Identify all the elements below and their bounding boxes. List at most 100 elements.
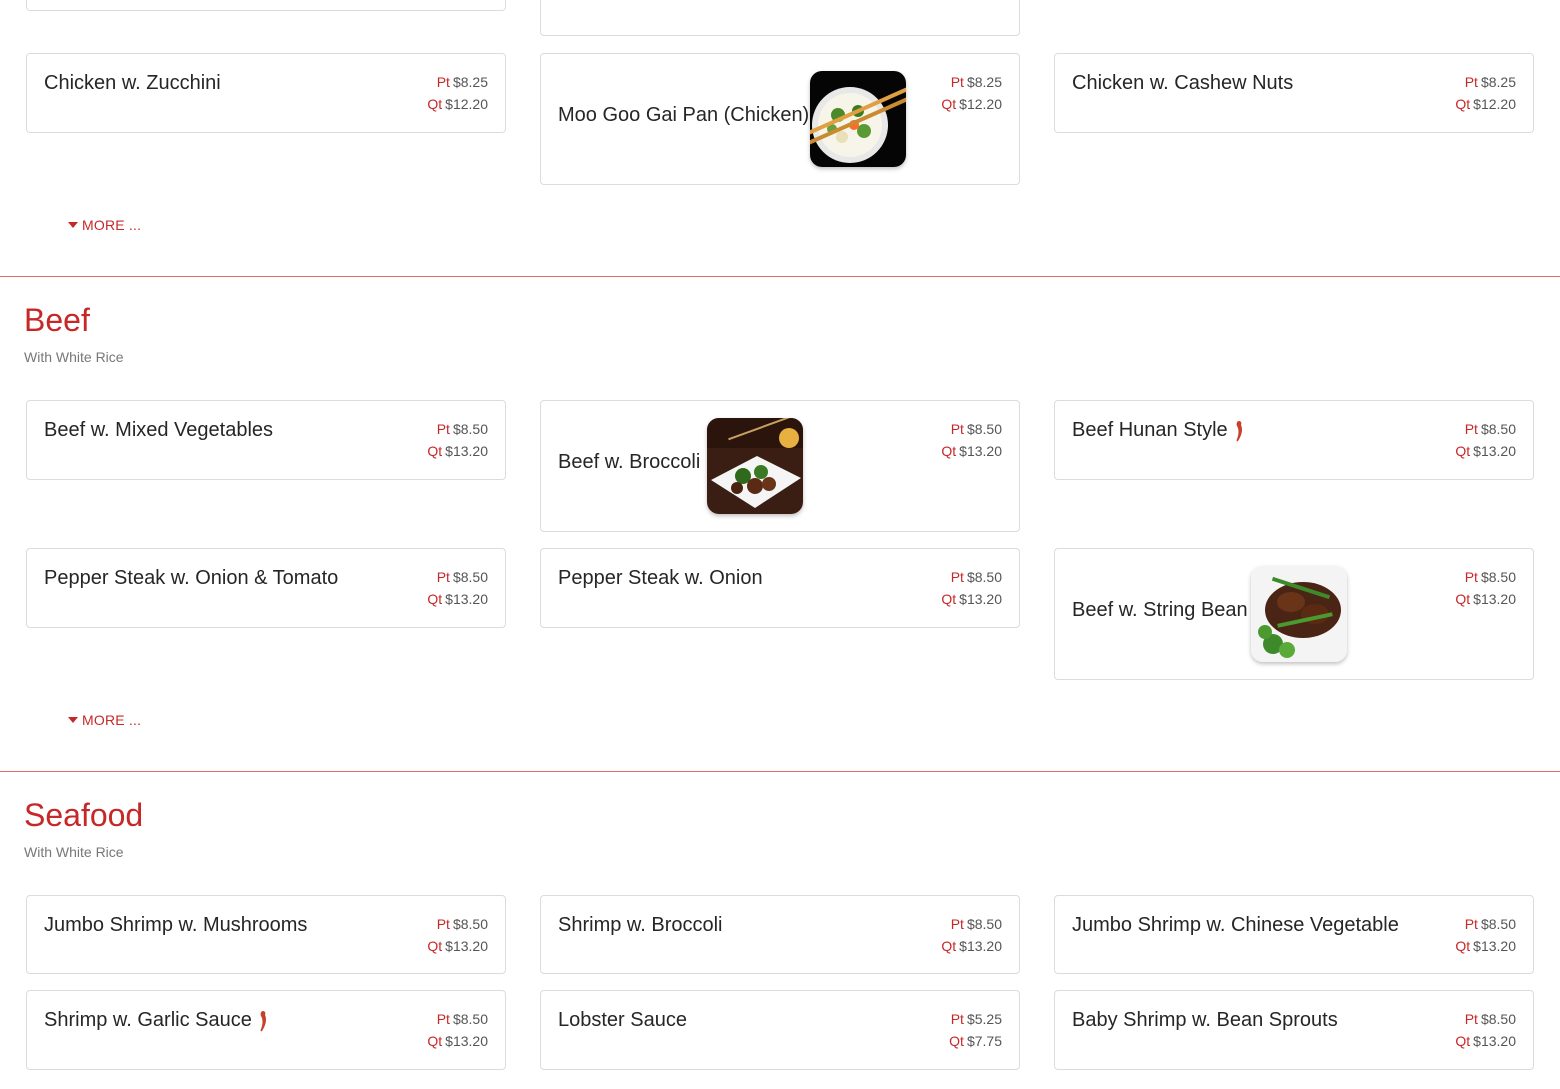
quart-label: Qt: [1455, 96, 1471, 112]
pint-label: Pt: [1464, 916, 1478, 932]
pint-price: $8.25: [1480, 74, 1516, 90]
more-button[interactable]: MORE ...: [68, 712, 141, 728]
item-name: Beef w. String Bean: [1072, 599, 1248, 621]
menu-item-card[interactable]: Pepper Steak w. Onion Pt $8.50 Qt $13.20: [540, 548, 1020, 628]
quart-price: $12.20: [1473, 96, 1516, 112]
quart-price: $13.20: [445, 591, 488, 607]
quart-price: $13.20: [1473, 591, 1516, 607]
item-prices: Pt $8.50 Qt $13.20: [941, 418, 1002, 462]
item-name: Pepper Steak w. Onion: [558, 567, 763, 589]
pint-price: $8.50: [1480, 569, 1516, 585]
item-prices: Pt $8.50 Qt $13.20: [1455, 418, 1516, 462]
more-button[interactable]: MORE ...: [68, 217, 141, 233]
pint-label: Pt: [436, 421, 450, 437]
pint-label: Pt: [950, 74, 964, 90]
dish-photo-image: [810, 71, 906, 167]
quart-label: Qt: [941, 591, 957, 607]
menu-item-card[interactable]: Beef w. String Bean Pt $8.50 Qt $13.20: [1054, 548, 1534, 680]
pint-label: Pt: [950, 421, 964, 437]
pint-price: $8.50: [1480, 916, 1516, 932]
pint-price: $8.50: [966, 421, 1002, 437]
spicy-pepper-icon: [1234, 420, 1244, 442]
menu-item-card-partial[interactable]: [26, 0, 506, 11]
menu-item-card[interactable]: Pepper Steak w. Onion & Tomato Pt $8.50 Q…: [26, 548, 506, 628]
item-name: Jumbo Shrimp w. Mushrooms: [44, 914, 308, 936]
menu-item-card[interactable]: Moo Goo Gai Pan (Chicken) Pt $8.25 Qt $12.…: [540, 53, 1020, 185]
pint-label: Pt: [950, 569, 964, 585]
quart-label: Qt: [941, 96, 957, 112]
quart-price: $7.75: [966, 1033, 1002, 1049]
quart-price: $13.20: [445, 1033, 488, 1049]
item-prices: Pt $8.50 Qt $13.20: [427, 418, 488, 462]
pint-label: Pt: [1464, 569, 1478, 585]
pint-label: Pt: [950, 916, 964, 932]
menu-item-card[interactable]: Lobster Sauce Pt $5.25 Qt $7.75: [540, 990, 1020, 1070]
pint-price: $8.50: [1480, 1011, 1516, 1027]
item-prices: Pt $8.50 Qt $13.20: [1455, 913, 1516, 957]
section-divider: [0, 771, 1560, 772]
menu-item-card[interactable]: Beef w. Broccoli Pt $8.50 Qt $13.20: [540, 400, 1020, 532]
item-name: Jumbo Shrimp w. Chinese Vegetable: [1072, 914, 1399, 936]
item-name: Beef w. Broccoli: [558, 451, 701, 473]
item-name: Lobster Sauce: [558, 1009, 687, 1031]
menu-item-card[interactable]: Jumbo Shrimp w. Chinese Vegetable Pt $8.5…: [1054, 895, 1534, 974]
section-title: Beef: [24, 302, 90, 338]
menu-item-card[interactable]: Shrimp w. Garlic Sauce Pt $8.50 Qt $13.20: [26, 990, 506, 1070]
pint-price: $8.50: [966, 569, 1002, 585]
quart-label: Qt: [427, 591, 443, 607]
pint-price: $8.50: [1480, 421, 1516, 437]
caret-down-icon: [68, 717, 78, 723]
item-prices: Pt $8.50 Qt $13.20: [427, 913, 488, 957]
quart-price: $13.20: [959, 443, 1002, 459]
menu-item-card-partial[interactable]: [540, 0, 1020, 36]
pint-label: Pt: [436, 569, 450, 585]
menu-item-card[interactable]: Beef w. Mixed Vegetables Pt $8.50 Qt $13.2…: [26, 400, 506, 480]
item-prices: Pt $8.50 Qt $13.20: [1455, 1008, 1516, 1052]
quart-price: $13.20: [1473, 443, 1516, 459]
item-prices: Pt $8.50 Qt $13.20: [427, 566, 488, 610]
quart-label: Qt: [1455, 1033, 1471, 1049]
quart-price: $13.20: [959, 591, 1002, 607]
dish-photo: [1251, 566, 1347, 662]
pint-label: Pt: [950, 1011, 964, 1027]
menu-item-card[interactable]: Jumbo Shrimp w. Mushrooms Pt $8.50 Qt $13.…: [26, 895, 506, 974]
dish-photo-image: [1251, 566, 1347, 662]
item-prices: Pt $8.50 Qt $13.20: [941, 566, 1002, 610]
menu-item-card[interactable]: Chicken w. Zucchini Pt $8.25 Qt $12.20: [26, 53, 506, 133]
pint-price: $8.50: [966, 916, 1002, 932]
item-name: Baby Shrimp w. Bean Sprouts: [1072, 1009, 1338, 1031]
quart-price: $12.20: [959, 96, 1002, 112]
spicy-pepper-icon: [258, 1010, 268, 1032]
quart-price: $13.20: [1473, 938, 1516, 954]
quart-label: Qt: [949, 1033, 964, 1049]
item-prices: Pt $8.25 Qt $12.20: [941, 71, 1002, 115]
item-name: Moo Goo Gai Pan (Chicken): [558, 104, 810, 126]
item-name: Beef Hunan Style: [1072, 419, 1244, 442]
menu-item-card[interactable]: Baby Shrimp w. Bean Sprouts Pt $8.50 Qt $1…: [1054, 990, 1534, 1070]
pint-label: Pt: [436, 1011, 450, 1027]
menu-item-card[interactable]: Chicken w. Cashew Nuts Pt $8.25 Qt $12.20: [1054, 53, 1534, 133]
pint-price: $8.50: [452, 421, 488, 437]
pint-label: Pt: [436, 916, 450, 932]
quart-price: $13.20: [1473, 1033, 1516, 1049]
menu-item-card[interactable]: Shrimp w. Broccoli Pt $8.50 Qt $13.20: [540, 895, 1020, 974]
item-prices: Pt $8.50 Qt $13.20: [941, 913, 1002, 957]
item-name: Chicken w. Zucchini: [44, 72, 221, 94]
caret-down-icon: [68, 222, 78, 228]
pint-price: $8.50: [452, 569, 488, 585]
dish-photo-image: [707, 418, 803, 514]
item-prices: Pt $8.50 Qt $13.20: [427, 1008, 488, 1052]
pint-price: $5.25: [966, 1011, 1002, 1027]
menu-item-card[interactable]: Beef Hunan Style Pt $8.50 Qt $13.20: [1054, 400, 1534, 480]
pint-label: Pt: [436, 74, 450, 90]
pint-label: Pt: [1464, 421, 1478, 437]
item-prices: Pt $8.25 Qt $12.20: [427, 71, 488, 115]
item-name: Shrimp w. Broccoli: [558, 914, 723, 936]
pint-price: $8.25: [452, 74, 488, 90]
quart-label: Qt: [427, 96, 443, 112]
item-prices: Pt $8.25 Qt $12.20: [1455, 71, 1516, 115]
quart-label: Qt: [1455, 591, 1471, 607]
item-name: Beef w. Mixed Vegetables: [44, 419, 274, 441]
item-name: Chicken w. Cashew Nuts: [1072, 72, 1294, 94]
dish-photo: [810, 71, 906, 167]
